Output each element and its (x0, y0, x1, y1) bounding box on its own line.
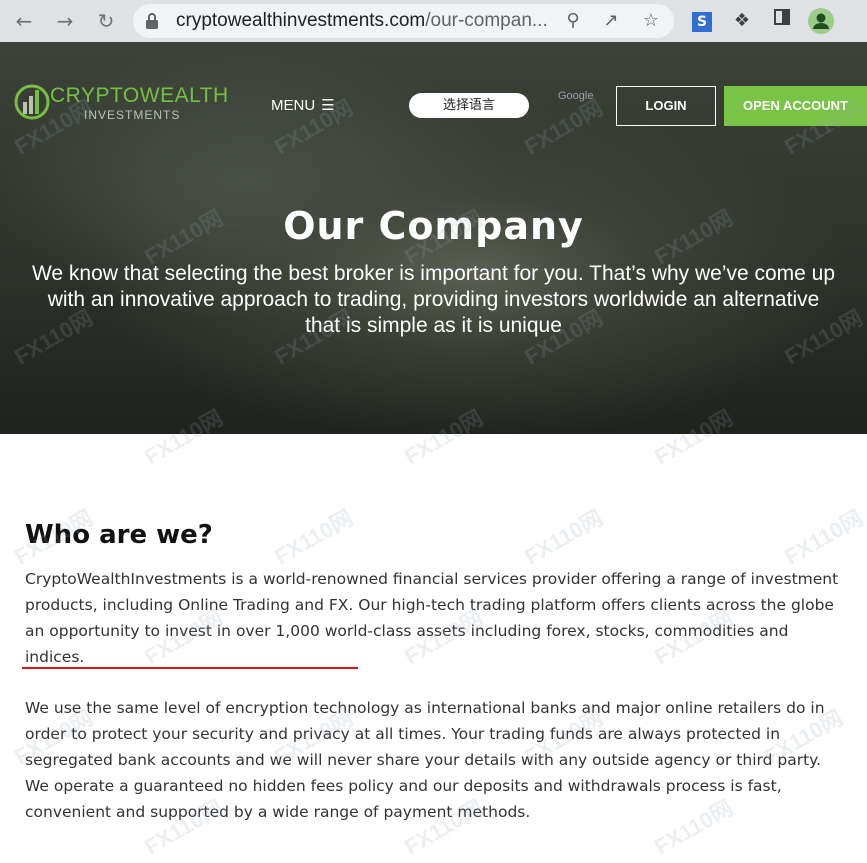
open-account-button[interactable]: OPEN ACCOUNT (724, 86, 867, 126)
logo-wordmark: CRYPTOWEALTH (50, 84, 229, 107)
language-select[interactable]: 选择语言 (409, 93, 529, 118)
hero-subtitle: We know that selecting the best broker i… (31, 262, 836, 337)
profile-avatar-icon[interactable] (808, 8, 834, 34)
who-are-we-section: Who are we? CryptoWealthInvestments is a… (25, 520, 845, 821)
side-panel-icon[interactable] (769, 8, 795, 34)
browser-toolbar: ← → ↻ cryptowealthinvestments.com/our-co… (0, 0, 867, 42)
menu-label: MENU (271, 97, 316, 114)
reload-icon[interactable]: ↻ (93, 8, 119, 34)
logo-subtitle: INVESTMENTS (84, 108, 181, 122)
back-icon[interactable]: ← (11, 8, 37, 34)
extension-s-icon[interactable]: S (689, 8, 715, 34)
hero-banner: CRYPTOWEALTH INVESTMENTS MENU ☰ 选择语言 Goog… (0, 42, 867, 434)
intro-paragraph: CryptoWealthInvestments is a world-renow… (25, 570, 839, 666)
share-icon[interactable]: ↗ (599, 9, 623, 33)
site-logo[interactable]: CRYPTOWEALTH INVESTMENTS (14, 82, 228, 128)
page-title: Our Company (283, 204, 584, 248)
security-paragraph: We use the same level of encryption tech… (25, 699, 825, 821)
hamburger-icon: ☰ (321, 97, 335, 114)
zoom-icon[interactable]: ⚲ (561, 9, 585, 33)
forward-icon[interactable]: → (52, 8, 78, 34)
google-translate-label: Google (558, 90, 594, 102)
section-heading: Who are we? (25, 520, 213, 550)
lock-icon (146, 13, 158, 29)
red-underline-annotation (22, 667, 358, 669)
login-button[interactable]: LOGIN (616, 86, 716, 126)
bookmark-star-icon[interactable]: ☆ (639, 9, 663, 33)
url-text: cryptowealthinvestments.com/our-compan..… (176, 10, 548, 31)
address-bar[interactable]: cryptowealthinvestments.com/our-compan..… (133, 4, 674, 38)
logo-chart-icon (14, 84, 50, 120)
menu-button[interactable]: MENU ☰ (271, 96, 335, 114)
puzzle-extensions-icon[interactable]: ❖ (729, 8, 755, 34)
